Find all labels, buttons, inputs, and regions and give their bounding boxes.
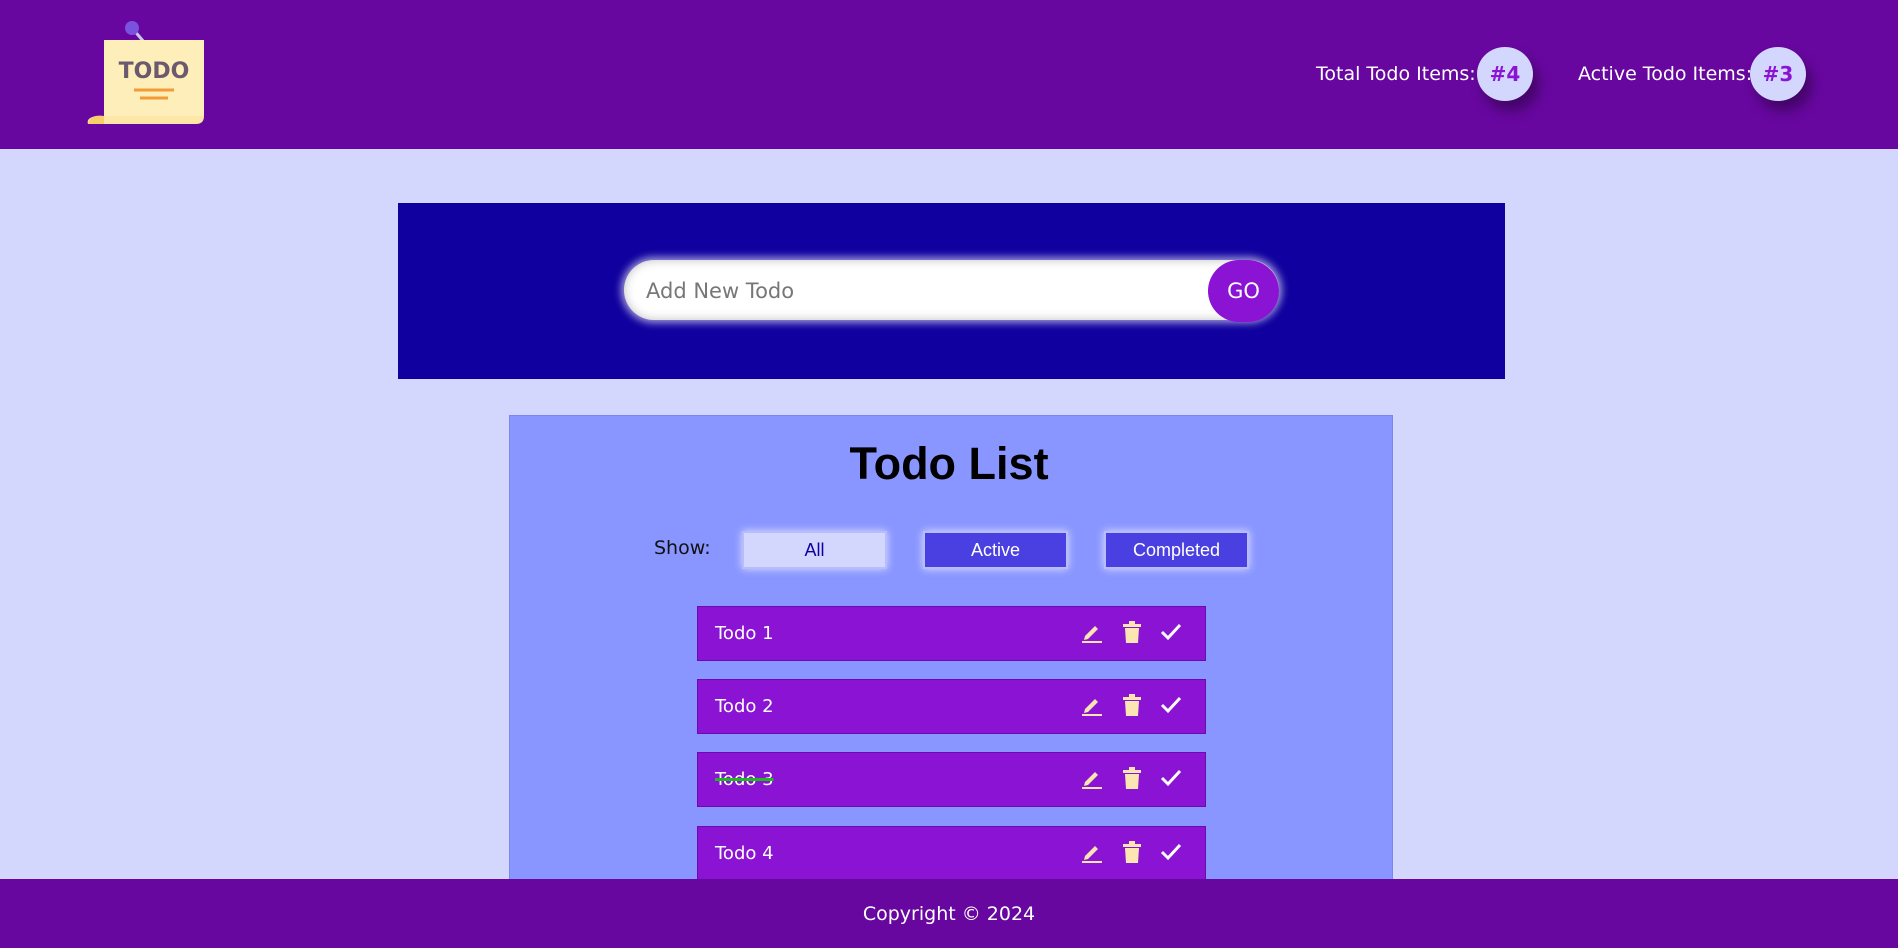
filter-completed-button[interactable]: Completed [1104, 531, 1249, 569]
filter-active-button[interactable]: Active [923, 531, 1068, 569]
copyright-text: Copyright © 2024 [862, 903, 1036, 925]
trash-icon[interactable] [1119, 619, 1145, 645]
trash-icon[interactable] [1119, 692, 1145, 718]
todo-item: Todo 3 [697, 752, 1206, 807]
edit-icon[interactable] [1079, 765, 1105, 791]
new-todo-input-wrapper [624, 260, 1279, 322]
todo-item: Todo 4 [697, 826, 1206, 881]
new-todo-input[interactable] [644, 260, 1208, 322]
todo-item-text: Todo 4 [715, 843, 774, 864]
check-icon[interactable] [1158, 765, 1184, 791]
todo-item-text-completed: Todo 3 [715, 769, 774, 790]
filter-all-button[interactable]: All [742, 531, 887, 569]
logo-text: TODO [119, 59, 190, 84]
active-todo-badge: #3 [1750, 47, 1806, 101]
todo-logo: TODO [86, 20, 208, 126]
edit-icon[interactable] [1079, 692, 1105, 718]
todo-item: Todo 2 [697, 679, 1206, 734]
go-button[interactable]: GO [1208, 260, 1279, 322]
trash-icon[interactable] [1119, 765, 1145, 791]
show-filter-label: Show: [654, 537, 711, 559]
check-icon[interactable] [1158, 839, 1184, 865]
trash-icon[interactable] [1119, 839, 1145, 865]
check-icon[interactable] [1158, 692, 1184, 718]
todo-list-title: Todo List [849, 438, 1049, 489]
todo-item-text: Todo 2 [715, 696, 774, 717]
todo-item-text: Todo 1 [715, 623, 774, 644]
edit-icon[interactable] [1079, 839, 1105, 865]
check-icon[interactable] [1158, 619, 1184, 645]
total-todo-badge: #4 [1477, 47, 1533, 101]
total-todo-label: Total Todo Items: [1316, 63, 1476, 85]
edit-icon[interactable] [1079, 619, 1105, 645]
todo-item: Todo 1 [697, 606, 1206, 661]
active-todo-label: Active Todo Items: [1578, 63, 1753, 85]
